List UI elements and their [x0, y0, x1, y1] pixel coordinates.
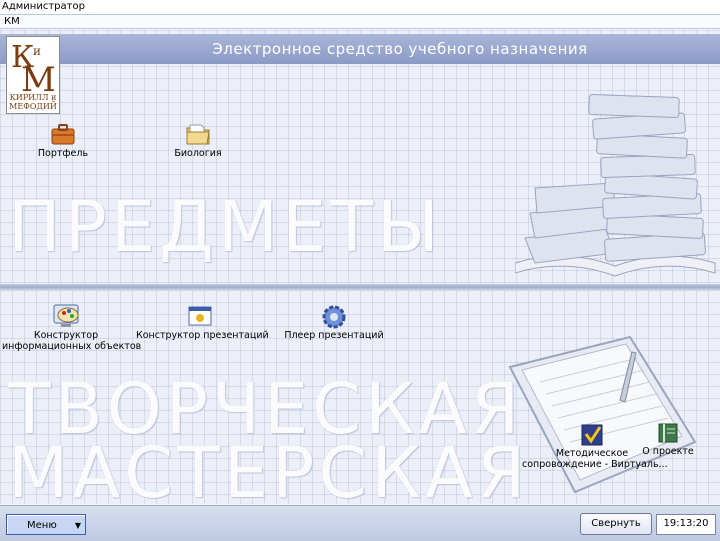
menu-button[interactable]: Меню ▼: [6, 514, 86, 535]
biology-label: Биология: [174, 148, 222, 159]
portfolio-label: Портфель: [37, 148, 89, 159]
info-objects-constructor-item[interactable]: Конструктор информационных объектов: [2, 302, 142, 352]
svg-text:М: М: [21, 60, 56, 95]
path-bar: КМ: [0, 14, 720, 29]
biology-item[interactable]: Биология: [170, 120, 226, 159]
kim-monogram-icon: К и М: [11, 40, 56, 95]
path-text: КМ: [4, 16, 20, 27]
collapse-button[interactable]: Свернуть: [580, 513, 652, 535]
tablet-pen-illustration: [508, 335, 697, 494]
subjects-watermark: ПРЕДМЕТЫ: [8, 186, 443, 268]
briefcase-icon: [51, 124, 75, 145]
info-objects-constructor-label-line1: Конструктор: [33, 330, 99, 341]
taskbar: Меню ▼ Свернуть 19:13:20: [0, 505, 720, 541]
logo-caption-line1: КИРИЛЛ и: [9, 93, 57, 102]
info-objects-constructor-label-line2: информационных объектов: [2, 341, 142, 352]
folder-icon: [186, 124, 210, 145]
header-title: Электронное средство учебного назначения: [212, 40, 588, 58]
presentation-window-icon: [188, 306, 212, 326]
palette-monitor-icon: [53, 304, 79, 327]
workshop-watermark-line2: МАСТЕРСКАЯ: [8, 432, 530, 514]
logo-caption-line2: МЕФОДИЙ: [9, 102, 57, 111]
window-title-bar: Администратор: [0, 0, 720, 14]
about-project-item[interactable]: О проекте: [636, 420, 700, 457]
presentation-constructor-item[interactable]: Конструктор презентаций: [136, 304, 269, 341]
portfolio-item[interactable]: Портфель: [36, 120, 90, 159]
chevron-down-icon: ▼: [74, 521, 81, 530]
clock: 19:13:20: [656, 514, 716, 535]
window-title: Администратор: [2, 1, 85, 12]
checkmark-icon: [581, 424, 603, 446]
presentation-constructor-label: Конструктор презентаций: [136, 330, 269, 341]
presentation-player-label: Плеер презентаций: [284, 330, 384, 341]
about-project-label: О проекте: [642, 446, 694, 457]
menu-button-label: Меню: [27, 520, 57, 531]
presentation-player-item[interactable]: Плеер презентаций: [284, 304, 384, 341]
kim-logo: К и М КИРИЛЛ и МЕФОДИЙ: [6, 36, 60, 114]
gear-icon: [322, 305, 346, 329]
books-stack-illustration: [515, 94, 716, 277]
book-icon: [658, 423, 678, 443]
svg-text:и: и: [33, 44, 41, 58]
methodical-support-label-line2: сопровождение - Виртуаль...: [522, 459, 668, 470]
